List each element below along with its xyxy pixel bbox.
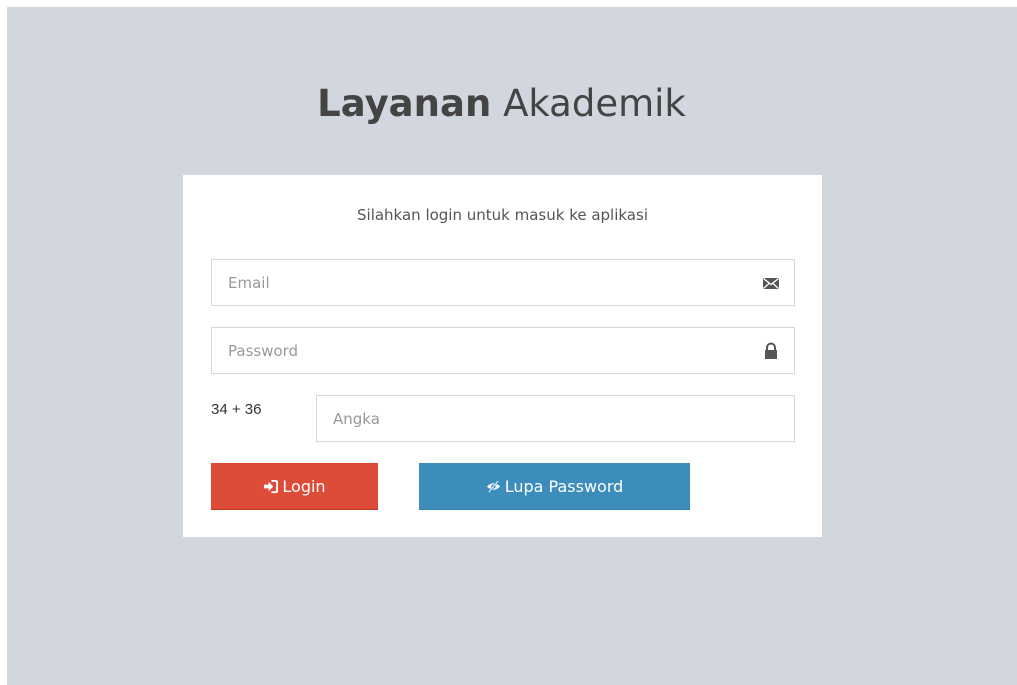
login-button-label: Login xyxy=(282,476,326,496)
login-message: Silahkan login untuk masuk ke aplikasi xyxy=(357,206,648,224)
forgot-password-label: Lupa Password xyxy=(504,476,624,496)
lock-icon xyxy=(765,342,777,359)
forgot-password-button[interactable]: Lupa Password xyxy=(419,463,690,510)
email-input[interactable] xyxy=(212,260,794,305)
login-box: Silahkan login untuk masuk ke aplikasi 3… xyxy=(183,175,822,537)
password-field xyxy=(211,327,795,374)
captcha-field xyxy=(316,395,795,442)
app-title-bold: Layanan xyxy=(317,82,492,125)
app-title: Layanan Akademik xyxy=(0,82,1003,125)
email-field xyxy=(211,259,795,306)
sign-in-icon xyxy=(264,479,279,493)
envelope-icon xyxy=(763,277,779,289)
captcha-question: 34 + 36 xyxy=(211,401,262,418)
captcha-input[interactable] xyxy=(317,396,794,441)
app-title-light: Akademik xyxy=(503,82,686,125)
login-button[interactable]: Login xyxy=(211,463,378,510)
eye-slash-icon xyxy=(486,479,500,493)
password-input[interactable] xyxy=(212,328,794,373)
